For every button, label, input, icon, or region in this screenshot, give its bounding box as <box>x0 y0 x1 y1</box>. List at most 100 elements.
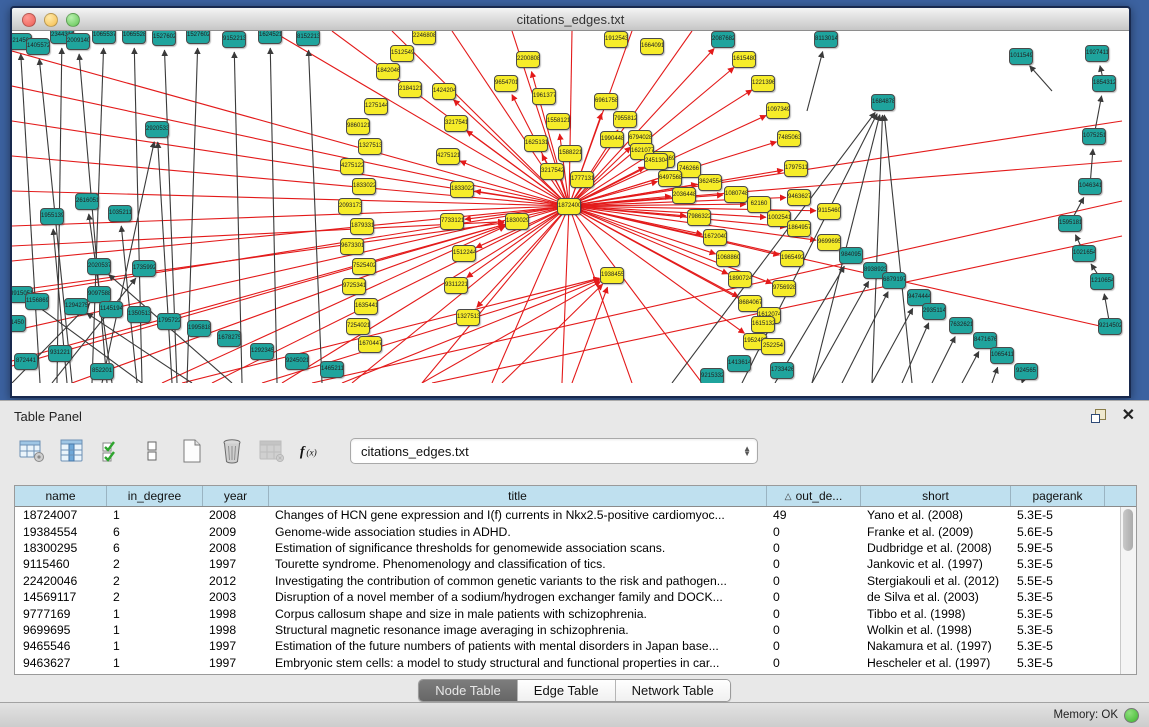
table-cell[interactable]: Structural magnetic resonance image aver… <box>269 623 767 637</box>
table-cell[interactable]: Stergiakouli et al. (2012) <box>861 574 1011 588</box>
network-node[interactable]: 852201 <box>90 363 114 380</box>
table-cell[interactable]: 19384554 <box>15 525 107 539</box>
network-node[interactable]: 18907249 <box>728 271 752 288</box>
table-cell[interactable]: 0 <box>767 607 861 621</box>
network-node[interactable]: 15882211 <box>558 145 582 162</box>
network-node[interactable]: 4275121 <box>436 148 460 165</box>
network-node[interactable]: 7525402 <box>352 258 376 275</box>
close-window-button[interactable] <box>22 13 36 27</box>
unselect-all-icon[interactable] <box>138 437 166 465</box>
table-cell[interactable]: 6 <box>107 541 203 555</box>
table-cell[interactable]: Changes of HCN gene expression and I(f) … <box>269 508 767 522</box>
table-row[interactable]: 1830029562008Estimation of significance … <box>15 540 1136 556</box>
table-cell[interactable]: 2 <box>107 590 203 604</box>
table-cell[interactable]: 1 <box>107 607 203 621</box>
table-cell[interactable]: Disruption of a novel member of a sodium… <box>269 590 767 604</box>
network-node[interactable]: 7733121 <box>440 213 464 230</box>
network-node[interactable]: 1615132 <box>751 316 775 333</box>
network-node[interactable]: 16720407 <box>703 229 727 246</box>
network-node[interactable]: 11568691 <box>25 293 49 310</box>
network-node[interactable]: 17359928 <box>132 260 156 277</box>
table-cell[interactable]: 5.3E-5 <box>1011 607 1105 621</box>
network-edge[interactable] <box>392 31 569 206</box>
table-cell[interactable]: 0 <box>767 525 861 539</box>
table-cell[interactable]: 5.9E-5 <box>1011 541 1105 555</box>
column-header-in_degree[interactable]: in_degree <box>107 486 203 506</box>
table-cell[interactable]: Hescheler et al. (1997) <box>861 656 1011 670</box>
table-cell[interactable]: 18300295 <box>15 541 107 555</box>
network-node[interactable]: 10973493 <box>766 102 790 119</box>
network-edge[interactable] <box>842 292 888 383</box>
network-node[interactable]: 3217542 <box>540 163 564 180</box>
network-node[interactable]: 252254 <box>761 338 785 355</box>
network-node[interactable]: 16154808 <box>732 51 756 68</box>
tab-network-table[interactable]: Network Table <box>616 680 730 701</box>
network-node[interactable]: 10216541 <box>1072 245 1096 262</box>
table-cell[interactable]: 5.3E-5 <box>1011 557 1105 571</box>
network-node[interactable]: 1777131 <box>570 171 594 188</box>
network-node[interactable]: 19958187 <box>187 320 211 337</box>
table-cell[interactable]: 1 <box>107 656 203 670</box>
table-cell[interactable]: 0 <box>767 541 861 555</box>
table-cell[interactable]: 5.3E-5 <box>1011 656 1105 670</box>
table-cell[interactable]: 1 <box>107 623 203 637</box>
network-node[interactable]: 8152213 <box>296 31 320 46</box>
network-node[interactable]: 16848784 <box>871 94 895 111</box>
network-node[interactable]: 872441 <box>14 353 38 370</box>
network-edge[interactable] <box>12 86 569 206</box>
network-node[interactable]: 931221 <box>48 345 72 362</box>
network-node[interactable]: 4275122 <box>340 158 364 175</box>
table-cell[interactable]: 0 <box>767 574 861 588</box>
table-cell[interactable]: 9115460 <box>15 557 107 571</box>
tab-edge-table[interactable]: Edge Table <box>518 680 616 701</box>
function-builder-icon[interactable]: f(x) <box>298 437 326 465</box>
close-panel-icon[interactable]: ✕ <box>1122 409 1135 423</box>
table-cell[interactable]: 9463627 <box>15 656 107 670</box>
network-window[interactable]: citations_edges.txt 18724007183002951938… <box>10 6 1131 398</box>
network-node[interactable]: 2920533 <box>145 121 169 138</box>
network-edge[interactable] <box>92 48 104 383</box>
network-node[interactable]: 9115460 <box>817 203 841 220</box>
network-edge[interactable] <box>309 50 322 383</box>
table-cell[interactable]: 0 <box>767 623 861 637</box>
network-node[interactable]: 9725341 <box>342 278 366 295</box>
network-node[interactable]: 7485063 <box>777 130 801 147</box>
network-edge[interactable] <box>422 281 601 383</box>
table-cell[interactable]: 1997 <box>203 639 269 653</box>
table-cell[interactable]: 2 <box>107 557 203 571</box>
network-edge[interactable] <box>872 115 882 383</box>
table-cell[interactable]: Genome-wide association studies in ADHD. <box>269 525 767 539</box>
minimize-window-button[interactable] <box>44 13 58 27</box>
network-edge[interactable] <box>932 337 955 383</box>
network-node[interactable]: 9673301 <box>340 238 364 255</box>
network-node[interactable]: 19384554 <box>600 267 624 284</box>
network-node[interactable]: 20091406 <box>66 33 90 50</box>
network-edge[interactable] <box>992 367 998 383</box>
network-node[interactable]: 9311221 <box>444 277 468 294</box>
network-node[interactable]: 2087682 <box>711 31 735 48</box>
network-node[interactable]: 9463627 <box>787 189 811 206</box>
table-cell[interactable]: 18724007 <box>15 508 107 522</box>
network-node[interactable]: 18330221 <box>352 178 376 195</box>
network-edge[interactable] <box>158 142 172 383</box>
network-node[interactable]: 15122441 <box>452 245 476 262</box>
table-cell[interactable]: Estimation of the future numbers of pati… <box>269 639 767 653</box>
table-cell[interactable]: Wolkin et al. (1998) <box>861 623 1011 637</box>
network-edge[interactable] <box>572 287 607 383</box>
column-header-year[interactable]: year <box>203 486 269 506</box>
network-node[interactable]: 1927411 <box>1085 45 1109 62</box>
network-node[interactable]: 18543121 <box>1092 75 1116 92</box>
network-edge[interactable] <box>12 222 504 246</box>
network-edge[interactable] <box>21 54 40 383</box>
table-cell[interactable]: Yano et al. (2008) <box>861 508 1011 522</box>
network-node[interactable]: 14055721 <box>26 38 50 55</box>
table-cell[interactable]: Tibbo et al. (1998) <box>861 607 1011 621</box>
table-cell[interactable]: Investigating the contribution of common… <box>269 574 767 588</box>
table-row[interactable]: 946554611997Estimation of the future num… <box>15 638 1136 654</box>
table-cell[interactable]: 1 <box>107 508 203 522</box>
table-select-dropdown[interactable]: citations_edges.txt ▲▼ <box>350 438 758 464</box>
network-node[interactable]: 1512549 <box>390 45 414 62</box>
table-cell[interactable]: Nakamura et al. (1997) <box>861 639 1011 653</box>
table-cell[interactable]: 2008 <box>203 508 269 522</box>
network-node[interactable]: 8113014 <box>814 31 838 48</box>
